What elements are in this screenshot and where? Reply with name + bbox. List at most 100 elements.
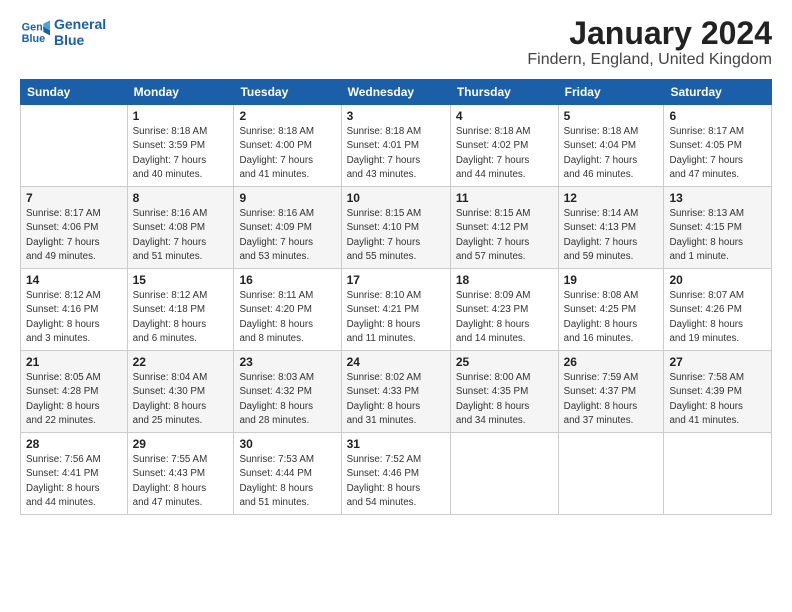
col-header-monday: Monday	[127, 80, 234, 105]
day-info: Sunrise: 8:18 AMSunset: 4:00 PMDaylight:…	[239, 125, 335, 182]
logo-line1: General	[54, 16, 106, 32]
calendar-cell: 23 Sunrise: 8:03 AMSunset: 4:32 PMDayligh…	[234, 351, 341, 433]
main-title: January 2024	[527, 16, 772, 51]
day-info: Sunrise: 8:18 AMSunset: 4:01 PMDaylight:…	[347, 125, 445, 182]
calendar-cell: 7Sunrise: 8:17 AMSunset: 4:06 PMDaylight…	[21, 187, 128, 269]
calendar-cell: 28Sunrise: 7:56 AMSunset: 4:41 PMDayligh…	[21, 433, 128, 515]
day-info: Sunrise: 8:18 AMSunset: 4:02 PMDaylight:…	[456, 125, 553, 182]
calendar-cell	[21, 105, 128, 187]
day-number: 16	[239, 273, 335, 287]
day-number: 15	[133, 273, 229, 287]
day-number: 9	[239, 191, 335, 205]
col-header-thursday: Thursday	[450, 80, 558, 105]
day-number: 10	[347, 191, 445, 205]
calendar-cell: 11Sunrise: 8:15 AMSunset: 4:12 PMDayligh…	[450, 187, 558, 269]
day-number: 2	[239, 109, 335, 123]
calendar-cell: 31 Sunrise: 7:52 AMSunset: 4:46 PMDayligh…	[341, 433, 450, 515]
day-info: Sunrise: 8:14 AMSunset: 4:13 PMDaylight:…	[564, 207, 659, 264]
day-info: Sunrise: 8:17 AMSunset: 4:06 PMDaylight:…	[26, 207, 122, 264]
calendar-cell: 17 Sunrise: 8:10 AMSunset: 4:21 PMDayligh…	[341, 269, 450, 351]
calendar-table: SundayMondayTuesdayWednesdayThursdayFrid…	[20, 79, 772, 515]
day-info: Sunrise: 8:18 AMSunset: 4:04 PMDaylight:…	[564, 125, 659, 182]
day-number: 31	[347, 437, 445, 451]
col-header-sunday: Sunday	[21, 80, 128, 105]
calendar-week-1: 1 Sunrise: 8:18 AMSunset: 3:59 PMDaylight…	[21, 105, 772, 187]
calendar-week-2: 7Sunrise: 8:17 AMSunset: 4:06 PMDaylight…	[21, 187, 772, 269]
day-info: Sunrise: 7:58 AMSunset: 4:39 PMDaylight:…	[669, 371, 766, 428]
day-number: 29	[133, 437, 229, 451]
day-info: Sunrise: 8:11 AMSunset: 4:20 PMDaylight:…	[239, 289, 335, 346]
day-info: Sunrise: 8:04 AMSunset: 4:30 PMDaylight:…	[133, 371, 229, 428]
calendar-cell: 1 Sunrise: 8:18 AMSunset: 3:59 PMDaylight…	[127, 105, 234, 187]
day-info: Sunrise: 7:53 AMSunset: 4:44 PMDaylight:…	[239, 453, 335, 510]
day-info: Sunrise: 8:02 AMSunset: 4:33 PMDaylight:…	[347, 371, 445, 428]
day-number: 8	[133, 191, 229, 205]
day-info: Sunrise: 8:05 AMSunset: 4:28 PMDaylight:…	[26, 371, 122, 428]
calendar-cell: 10 Sunrise: 8:15 AMSunset: 4:10 PMDayligh…	[341, 187, 450, 269]
day-number: 12	[564, 191, 659, 205]
day-number: 1	[133, 109, 229, 123]
calendar-cell: 12 Sunrise: 8:14 AMSunset: 4:13 PMDayligh…	[558, 187, 664, 269]
calendar-cell: 27 Sunrise: 7:58 AMSunset: 4:39 PMDayligh…	[664, 351, 772, 433]
day-number: 26	[564, 355, 659, 369]
day-info: Sunrise: 8:12 AMSunset: 4:18 PMDaylight:…	[133, 289, 229, 346]
calendar-cell: 13Sunrise: 8:13 AMSunset: 4:15 PMDayligh…	[664, 187, 772, 269]
day-number: 22	[133, 355, 229, 369]
day-info: Sunrise: 7:52 AMSunset: 4:46 PMDaylight:…	[347, 453, 445, 510]
day-info: Sunrise: 7:56 AMSunset: 4:41 PMDaylight:…	[26, 453, 122, 510]
day-number: 17	[347, 273, 445, 287]
calendar-header-row: SundayMondayTuesdayWednesdayThursdayFrid…	[21, 80, 772, 105]
day-number: 4	[456, 109, 553, 123]
calendar-cell: 8 Sunrise: 8:16 AMSunset: 4:08 PMDaylight…	[127, 187, 234, 269]
calendar-week-4: 21Sunrise: 8:05 AMSunset: 4:28 PMDayligh…	[21, 351, 772, 433]
subtitle: Findern, England, United Kingdom	[527, 51, 772, 69]
svg-text:Blue: Blue	[22, 33, 45, 45]
calendar-cell: 26 Sunrise: 7:59 AMSunset: 4:37 PMDayligh…	[558, 351, 664, 433]
day-number: 24	[347, 355, 445, 369]
day-number: 27	[669, 355, 766, 369]
day-info: Sunrise: 8:16 AMSunset: 4:08 PMDaylight:…	[133, 207, 229, 264]
calendar-cell: 2 Sunrise: 8:18 AMSunset: 4:00 PMDaylight…	[234, 105, 341, 187]
col-header-saturday: Saturday	[664, 80, 772, 105]
day-number: 18	[456, 273, 553, 287]
logo-icon: General Blue	[20, 17, 50, 47]
day-number: 23	[239, 355, 335, 369]
calendar-cell: 18 Sunrise: 8:09 AMSunset: 4:23 PMDayligh…	[450, 269, 558, 351]
calendar-cell	[450, 433, 558, 515]
day-info: Sunrise: 8:13 AMSunset: 4:15 PMDaylight:…	[669, 207, 766, 264]
day-info: Sunrise: 7:55 AMSunset: 4:43 PMDaylight:…	[133, 453, 229, 510]
day-number: 19	[564, 273, 659, 287]
day-number: 6	[669, 109, 766, 123]
day-number: 20	[669, 273, 766, 287]
calendar-cell: 29 Sunrise: 7:55 AMSunset: 4:43 PMDayligh…	[127, 433, 234, 515]
calendar-cell: 5Sunrise: 8:18 AMSunset: 4:04 PMDaylight…	[558, 105, 664, 187]
day-info: Sunrise: 8:15 AMSunset: 4:12 PMDaylight:…	[456, 207, 553, 264]
logo: General Blue General Blue	[20, 16, 106, 48]
day-info: Sunrise: 8:18 AMSunset: 3:59 PMDaylight:…	[133, 125, 229, 182]
col-header-friday: Friday	[558, 80, 664, 105]
calendar-week-3: 14Sunrise: 8:12 AMSunset: 4:16 PMDayligh…	[21, 269, 772, 351]
calendar-cell: 3Sunrise: 8:18 AMSunset: 4:01 PMDaylight…	[341, 105, 450, 187]
calendar-cell: 14Sunrise: 8:12 AMSunset: 4:16 PMDayligh…	[21, 269, 128, 351]
calendar-cell	[664, 433, 772, 515]
col-header-tuesday: Tuesday	[234, 80, 341, 105]
day-info: Sunrise: 8:16 AMSunset: 4:09 PMDaylight:…	[239, 207, 335, 264]
day-info: Sunrise: 8:03 AMSunset: 4:32 PMDaylight:…	[239, 371, 335, 428]
day-info: Sunrise: 8:10 AMSunset: 4:21 PMDaylight:…	[347, 289, 445, 346]
logo-line2: Blue	[54, 32, 106, 48]
calendar-cell: 16 Sunrise: 8:11 AMSunset: 4:20 PMDayligh…	[234, 269, 341, 351]
day-info: Sunrise: 8:07 AMSunset: 4:26 PMDaylight:…	[669, 289, 766, 346]
col-header-wednesday: Wednesday	[341, 80, 450, 105]
calendar-week-5: 28Sunrise: 7:56 AMSunset: 4:41 PMDayligh…	[21, 433, 772, 515]
header: General Blue General Blue January 2024 F…	[20, 16, 772, 69]
calendar-cell	[558, 433, 664, 515]
day-number: 14	[26, 273, 122, 287]
calendar-cell: 19 Sunrise: 8:08 AMSunset: 4:25 PMDayligh…	[558, 269, 664, 351]
day-info: Sunrise: 8:08 AMSunset: 4:25 PMDaylight:…	[564, 289, 659, 346]
day-info: Sunrise: 8:15 AMSunset: 4:10 PMDaylight:…	[347, 207, 445, 264]
calendar-cell: 22 Sunrise: 8:04 AMSunset: 4:30 PMDayligh…	[127, 351, 234, 433]
day-info: Sunrise: 7:59 AMSunset: 4:37 PMDaylight:…	[564, 371, 659, 428]
calendar-cell: 25Sunrise: 8:00 AMSunset: 4:35 PMDayligh…	[450, 351, 558, 433]
day-info: Sunrise: 8:00 AMSunset: 4:35 PMDaylight:…	[456, 371, 553, 428]
day-info: Sunrise: 8:09 AMSunset: 4:23 PMDaylight:…	[456, 289, 553, 346]
